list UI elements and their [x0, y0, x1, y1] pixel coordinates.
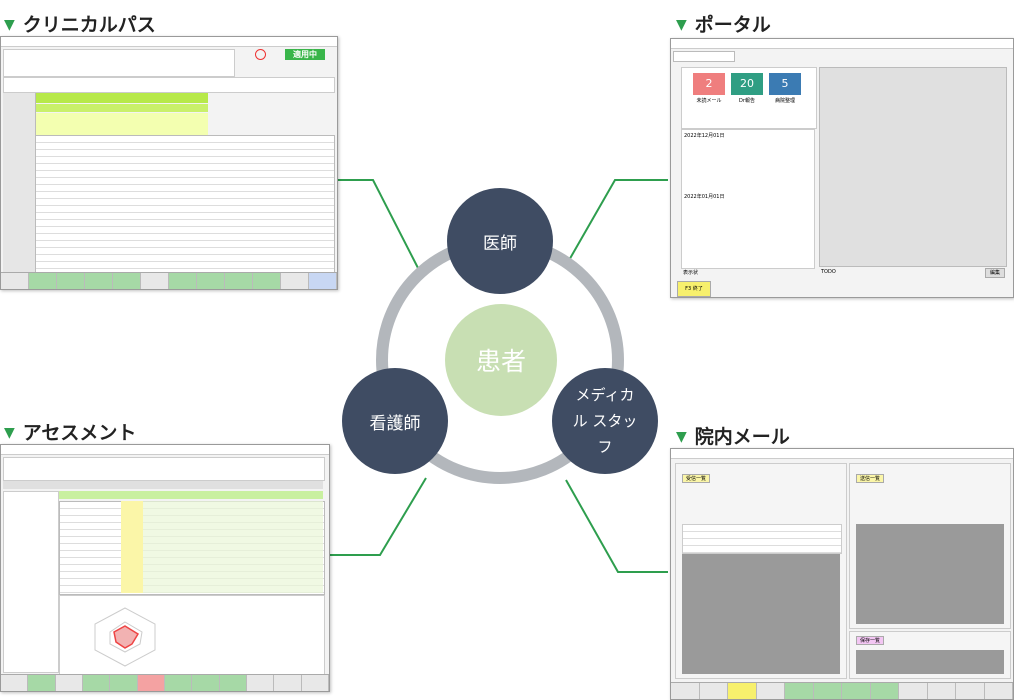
window-titlebar: [1, 37, 337, 47]
assessment-score-column: [121, 501, 143, 593]
portal-tabs: [673, 51, 735, 62]
path-toolbar: [3, 77, 335, 93]
received-empty-area: [682, 554, 840, 674]
connector-portal: [567, 179, 668, 263]
clinical-path-title: ▼ クリニカルパス: [4, 14, 156, 36]
assessment-screenshot: [0, 444, 330, 692]
triangle-icon: ▼: [676, 429, 687, 445]
triangle-icon: ▼: [4, 425, 15, 441]
tile-unread-mail-label: 未読メール: [696, 98, 722, 104]
patient-header: [3, 49, 235, 77]
assessment-category-column: [143, 501, 323, 593]
triangle-icon: ▼: [4, 17, 15, 33]
connector-assessment: [330, 477, 427, 556]
connector-clinical-path: [338, 179, 419, 269]
window-titlebar: [1, 445, 329, 455]
window-titlebar: [671, 449, 1013, 459]
doctor-node: 医師: [447, 188, 553, 294]
tile-dr-report-label: Dr報告: [739, 98, 755, 104]
path-header-row-2: [36, 104, 208, 112]
connector-mail: [565, 479, 668, 573]
mail-screenshot: 受信一覧 送信一覧 保存一覧: [670, 448, 1014, 700]
window-titlebar: [671, 39, 1013, 49]
sent-panel: 送信一覧: [849, 463, 1011, 629]
edit-button[interactable]: 編集: [985, 268, 1005, 278]
radar-chart: [94, 607, 156, 667]
notice-date-1: 2022年12月01日: [684, 133, 725, 139]
tile-dr-report[interactable]: 20: [731, 73, 763, 95]
portal-notice-board: 2022年12月01日 2022年01月01日: [681, 129, 815, 269]
draft-panel: 保存一覧: [849, 631, 1011, 679]
function-keys: [1, 674, 329, 691]
f3-exit-button[interactable]: F3 終了: [677, 281, 711, 297]
status-button[interactable]: 適用中: [285, 49, 325, 60]
nurse-node: 看護師: [342, 368, 448, 474]
display-label: 表示状: [683, 270, 699, 276]
todo-label: TODO: [821, 269, 836, 275]
medical-staff-label: メディカル スタッフ: [572, 386, 638, 456]
assessment-title: ▼ アセスメント: [4, 422, 137, 444]
radar-chart-panel: [59, 595, 325, 675]
mail-title: ▼ 院内メール: [676, 426, 790, 448]
portal-message-list: [819, 67, 1007, 267]
patient-node: 患者: [445, 304, 557, 416]
draft-label: 保存一覧: [856, 636, 885, 645]
path-header-row: [36, 93, 208, 103]
sent-empty-area: [856, 524, 1004, 624]
portal-screenshot: 2 未読メール 20 Dr報告 5 病院整理 2022年12月01日 2022年…: [670, 38, 1014, 298]
draft-empty-area: [856, 650, 1004, 674]
sent-label: 送信一覧: [856, 474, 885, 483]
history-list: [3, 491, 59, 673]
notice-date-2: 2022年01月01日: [684, 194, 725, 200]
tile-unread-mail[interactable]: 2: [693, 73, 725, 95]
received-panel: 受信一覧: [675, 463, 847, 679]
function-keys: [1, 272, 337, 289]
portal-title: ▼ ポータル: [676, 14, 771, 36]
warning-icon: [255, 49, 266, 60]
path-highlight-column: [36, 113, 208, 135]
tile-hospital[interactable]: 5: [769, 73, 801, 95]
triangle-icon: ▼: [676, 17, 687, 33]
path-grid: [3, 135, 335, 275]
received-label: 受信一覧: [682, 474, 711, 483]
assessment-table-header: [59, 491, 323, 499]
tile-hospital-label: 病院整理: [774, 98, 795, 104]
assessment-toolbar: [3, 481, 323, 489]
path-labels-column: [3, 93, 36, 273]
clinical-path-screenshot: 適用中: [0, 36, 338, 290]
received-list: [682, 524, 842, 554]
function-keys: [671, 682, 1013, 699]
medical-staff-node: メディカル スタッフ: [552, 368, 658, 474]
patient-header: [3, 457, 325, 481]
